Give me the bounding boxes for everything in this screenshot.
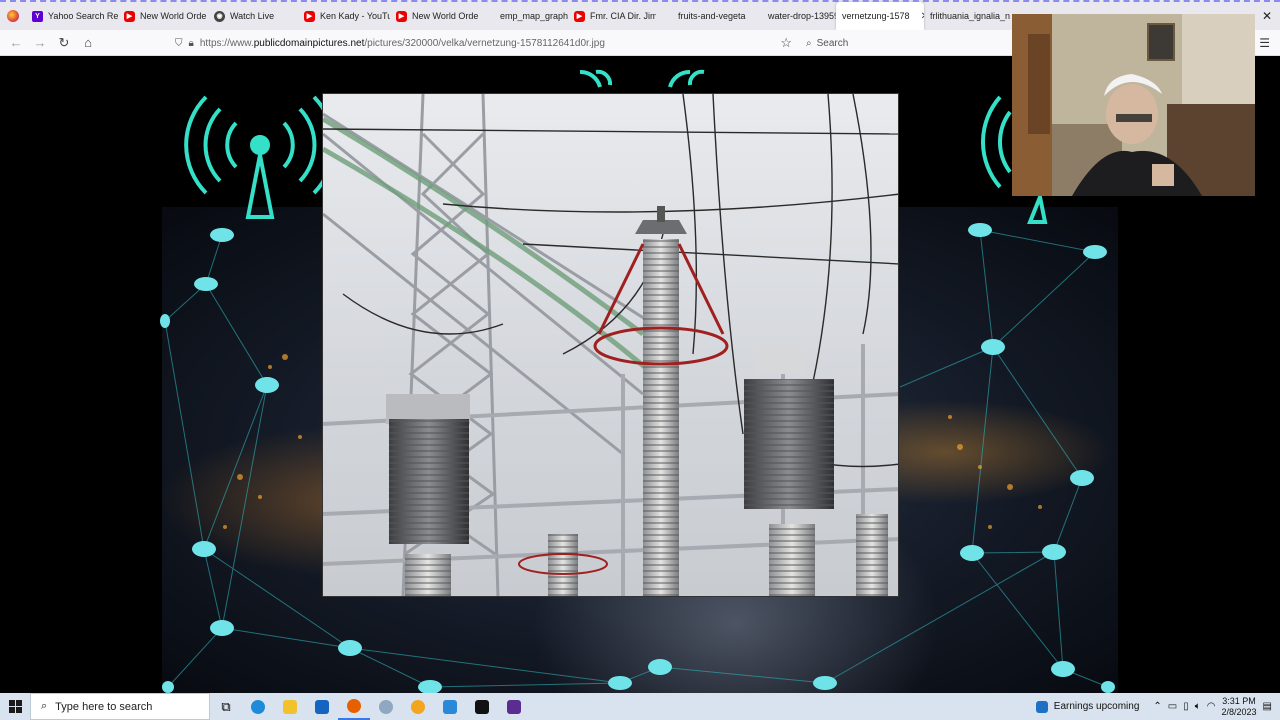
menu-icon[interactable]: ☰ — [1259, 36, 1270, 50]
firefox-icon[interactable] — [0, 2, 26, 30]
notifications-icon[interactable]: ▤ — [1263, 701, 1272, 712]
home-icon[interactable]: ⌂ — [76, 35, 100, 50]
tab-label: Watch Live — [230, 11, 275, 21]
system-tray: Earnings upcoming ⌃ ▭ ▯ 🔈︎ ◠ 3:31 PM 2/8… — [1035, 693, 1280, 720]
app-icon[interactable] — [370, 693, 402, 720]
url-prefix: https://www. — [199, 37, 254, 49]
tab-vernetzung[interactable]: vernetzung-1578 ✕ — [836, 2, 924, 30]
url-path: /pictures/320000/velka/vernetzung-157811… — [364, 37, 605, 49]
tab-label: frlithuania_ignalia_n — [930, 11, 1011, 21]
tab-label: fruits-and-vegetable — [678, 11, 746, 21]
image-icon — [662, 11, 673, 22]
youtube-icon: ▶ — [396, 10, 407, 22]
tab-yahoo-search[interactable]: Y Yahoo Search Re — [26, 2, 118, 30]
search-icon: ⌕ — [806, 37, 812, 49]
tab-lithuania[interactable]: frlithuania_ignalia_n — [924, 2, 1014, 30]
close-window-icon[interactable]: ✕ — [1262, 9, 1272, 23]
tab-label: Ken Kady - YouTu — [320, 11, 390, 21]
mail-icon[interactable] — [306, 693, 338, 720]
tab-emp-map[interactable]: emp_map_graphic.jp — [478, 2, 568, 30]
back-icon[interactable]: ← — [4, 35, 28, 50]
image-icon — [752, 11, 763, 22]
url-host: publicdomainpictures.net — [253, 37, 365, 49]
tab-label: emp_map_graphic.jp — [500, 11, 568, 21]
youtube-icon: ▶ — [574, 10, 585, 22]
aol-icon[interactable] — [402, 693, 434, 720]
tab-new-world-order-1[interactable]: ▶ New World Orde — [118, 2, 208, 30]
youtube-icon: ▶ — [304, 10, 315, 22]
tab-new-world-order-2[interactable]: ▶ New World Orde — [390, 2, 478, 30]
firefox-taskbar-icon[interactable] — [338, 693, 370, 720]
video-editor-icon[interactable] — [466, 693, 498, 720]
visual-studio-icon[interactable] — [498, 693, 530, 720]
tab-label: Yahoo Search Re — [48, 11, 118, 21]
windows-taskbar: ⌕ Type here to search ⧉ Earnings upcomin… — [0, 693, 1280, 720]
tab-label: New World Orde — [140, 11, 207, 21]
taskbar-search-box[interactable]: ⌕ Type here to search — [30, 693, 210, 720]
substation-illustration — [323, 94, 898, 596]
forward-icon[interactable]: → — [28, 35, 52, 50]
tab-cia-dir[interactable]: ▶ Fmr. CIA Dir. Jim — [568, 2, 656, 30]
wifi-icon[interactable]: ◠ — [1207, 701, 1216, 712]
url-text: https://www.publicdomainpictures.net/pic… — [200, 38, 605, 49]
tab-label: New World Orde — [412, 11, 478, 21]
yahoo-icon: Y — [32, 10, 43, 22]
clock[interactable]: 3:31 PM 2/8/2023 — [1222, 696, 1257, 718]
youtube-icon: ▶ — [124, 10, 135, 22]
network-icon[interactable]: ▭ — [1168, 701, 1177, 712]
webcam-overlay — [1012, 14, 1255, 196]
tab-label: Fmr. CIA Dir. Jim — [590, 11, 656, 21]
reload-icon[interactable]: ↻ — [52, 35, 76, 51]
image-icon — [484, 11, 495, 22]
windows-start-icon[interactable] — [0, 693, 30, 720]
live-icon: ◉ — [214, 10, 225, 22]
search-placeholder: Search — [816, 37, 849, 49]
taskbar-search-placeholder: Type here to search — [55, 700, 153, 713]
news-widget-label[interactable]: Earnings upcoming — [1054, 701, 1140, 712]
tab-water-drop[interactable]: water-drop-139591 — [746, 2, 836, 30]
news-icon[interactable] — [1035, 700, 1048, 713]
screen: Y Yahoo Search Re ▶ New World Orde ◉ Wat… — [0, 0, 1280, 720]
outlook-icon[interactable] — [434, 693, 466, 720]
bookmark-star-icon[interactable]: ☆ — [780, 35, 792, 51]
tab-ken-kady[interactable]: ▶ Ken Kady - YouTu — [298, 2, 390, 30]
tab-label: vernetzung-1578 — [842, 11, 910, 21]
address-bar[interactable]: ⛉ 🔒︎ https://www.publicdomainpictures.ne… — [175, 33, 800, 53]
antenna-icon-left — [184, 95, 336, 219]
clock-date: 2/8/2023 — [1221, 706, 1257, 717]
tab-watch-live[interactable]: ◉ Watch Live — [208, 2, 298, 30]
battery-icon[interactable]: ▯ — [1183, 701, 1189, 712]
clock-time: 3:31 PM — [1222, 695, 1256, 706]
chevron-up-icon[interactable]: ⌃ — [1153, 701, 1161, 712]
volume-icon[interactable]: 🔈︎ — [1195, 701, 1201, 712]
lock-icon[interactable]: 🔒︎ — [189, 38, 194, 49]
tab-fruits-vegetables[interactable]: fruits-and-vegetable — [656, 2, 746, 30]
antenna-icon-center — [579, 69, 705, 88]
shield-icon[interactable]: ⛉ — [175, 38, 183, 49]
file-explorer-icon[interactable] — [274, 693, 306, 720]
search-field[interactable]: ⌕ Search — [806, 33, 1006, 53]
edge-icon[interactable] — [242, 693, 274, 720]
task-view-icon[interactable]: ⧉ — [210, 693, 242, 720]
substation-photo — [322, 93, 899, 597]
search-icon: ⌕ — [41, 700, 48, 712]
tab-label: water-drop-139591 — [768, 11, 836, 21]
webcam-scene — [1012, 14, 1255, 196]
